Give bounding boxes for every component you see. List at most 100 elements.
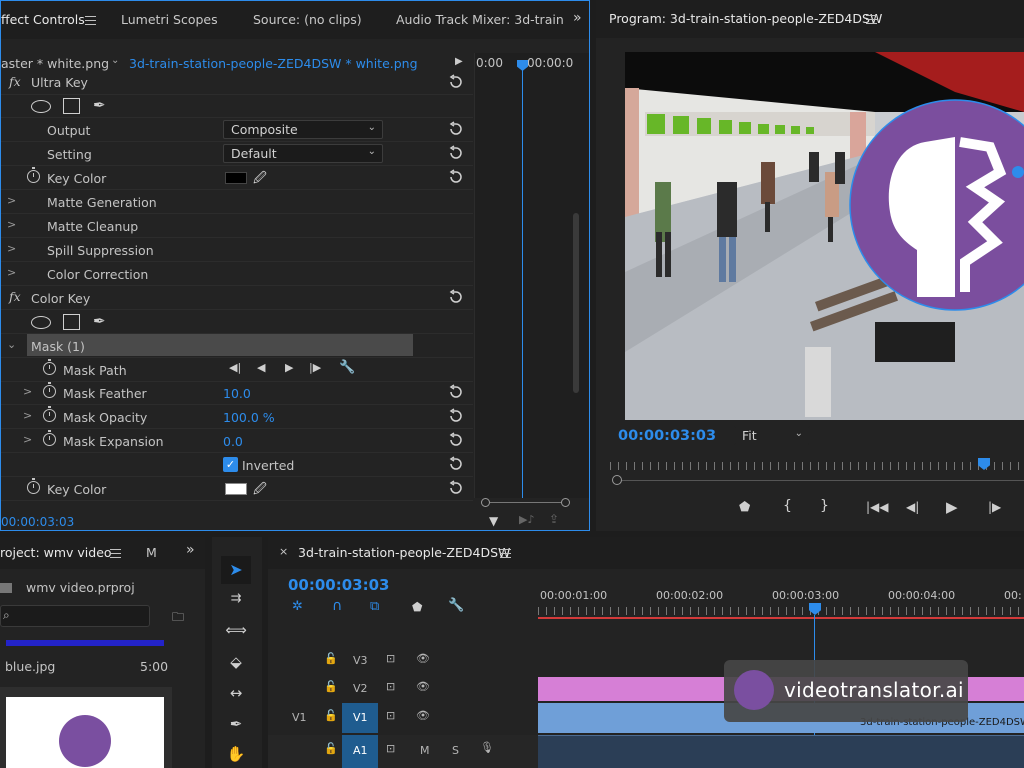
program-title[interactable]: Program: 3d-train-station-people-ZED4DSW [609, 11, 882, 26]
panel-menu-icon[interactable] [866, 15, 877, 24]
add-marker-icon[interactable]: ⬟ [412, 600, 422, 614]
reset-icon[interactable] [448, 145, 464, 161]
step-forward-icon[interactable]: |▶ [988, 500, 1001, 514]
inverted-checkbox[interactable]: ✓ [223, 457, 238, 472]
slip-tool[interactable]: ↔ [221, 679, 251, 707]
mask-feather-value[interactable]: 10.0 [223, 386, 251, 401]
go-to-in-icon[interactable]: |◀◀ [866, 500, 889, 514]
sync-lock-icon[interactable]: ⊡ [386, 652, 395, 665]
stopwatch-icon[interactable] [43, 359, 56, 375]
matte-generation-row[interactable]: > Matte Generation [1, 190, 473, 214]
chevron-right-icon[interactable]: > [7, 266, 16, 279]
stopwatch-icon[interactable] [43, 382, 56, 398]
close-icon[interactable]: × [279, 545, 288, 558]
nest-icon[interactable]: ✲ [292, 599, 303, 614]
tab-audio-track-mixer[interactable]: Audio Track Mixer: 3d-train [396, 12, 564, 27]
reset-icon[interactable] [448, 456, 464, 472]
program-timecode[interactable]: 00:00:03:03 [618, 428, 716, 444]
mask-expansion-value[interactable]: 0.0 [223, 434, 243, 449]
sync-lock-icon[interactable]: ⊡ [386, 680, 395, 693]
ultra-key-row[interactable]: fx Ultra Key [1, 71, 473, 95]
reset-icon[interactable] [448, 169, 464, 185]
sync-lock-icon[interactable]: ⊡ [386, 709, 395, 722]
spill-suppression-row[interactable]: > Spill Suppression [1, 238, 473, 262]
filter-icon[interactable]: ▼ [489, 514, 498, 528]
ripple-edit-tool[interactable]: ⟺ [221, 616, 251, 644]
mini-timeline[interactable]: 0:00 00:00:0 [474, 53, 589, 498]
timeline-ruler[interactable]: 00:00:01:00 00:00:02:00 00:00:03:00 00:0… [538, 585, 1024, 619]
ellipse-mask-icon[interactable] [31, 316, 51, 329]
reset-icon[interactable] [448, 480, 464, 496]
item-thumbnail[interactable] [0, 687, 172, 768]
tab-source[interactable]: Source: (no clips) [253, 12, 362, 27]
stopwatch-icon[interactable] [43, 406, 56, 422]
reset-icon[interactable] [448, 384, 464, 400]
program-ruler[interactable] [610, 462, 1024, 470]
setting-select[interactable]: Default ⌄ [223, 144, 383, 163]
hand-tool[interactable]: ✋ [221, 740, 251, 768]
chevron-right-icon[interactable]: > [7, 194, 16, 207]
play-clip-icon[interactable]: ▶ [455, 56, 463, 67]
track-backward-icon[interactable]: ◀| [229, 361, 241, 374]
chevron-right-icon[interactable]: > [23, 433, 32, 446]
more-tabs-icon[interactable]: » [573, 10, 582, 26]
mask-row[interactable]: ⌄ Mask (1) [1, 334, 473, 358]
rectangle-mask-icon[interactable] [63, 98, 80, 114]
add-marker-icon[interactable]: ⬟ [739, 500, 750, 515]
track-backward-one-icon[interactable]: ◀ [257, 361, 265, 374]
pen-mask-icon[interactable]: ✒ [93, 312, 106, 330]
color-key-row[interactable]: fx Color Key [1, 286, 473, 310]
snap-icon[interactable]: ∩ [332, 598, 342, 614]
sync-lock-icon[interactable]: ⊡ [386, 742, 395, 755]
play-button[interactable]: ▶ [946, 498, 958, 516]
rectangle-mask-icon[interactable] [63, 314, 80, 330]
lock-icon[interactable]: 🔓 [324, 742, 338, 755]
chevron-down-icon[interactable]: ⌄ [111, 55, 119, 66]
panel-menu-icon[interactable] [500, 549, 511, 558]
chevron-right-icon[interactable]: > [7, 242, 16, 255]
mark-out-icon[interactable]: } [820, 498, 829, 514]
mask-highlight[interactable] [27, 334, 413, 356]
effect-controls-timecode[interactable]: 00:00:03:03 [1, 515, 74, 529]
reset-icon[interactable] [448, 432, 464, 448]
master-clip-label[interactable]: aster * white.png [1, 56, 109, 71]
eyedropper-icon[interactable]: 🖉 [253, 480, 267, 502]
selection-tool[interactable]: ➤ [221, 556, 251, 584]
item-name[interactable]: blue.jpg [5, 659, 55, 674]
solo-button[interactable]: S [452, 744, 459, 757]
program-scrollbar[interactable] [612, 475, 1024, 485]
tab-project[interactable]: roject: wmv video [0, 545, 112, 560]
matte-cleanup-row[interactable]: > Matte Cleanup [1, 214, 473, 238]
video-frame[interactable] [625, 52, 1024, 420]
chevron-right-icon[interactable]: > [23, 385, 32, 398]
more-tabs-icon[interactable]: » [186, 542, 195, 558]
chevron-down-icon[interactable]: ⌄ [7, 338, 16, 351]
chevron-right-icon[interactable]: > [23, 409, 32, 422]
step-back-icon[interactable]: ◀| [906, 500, 919, 514]
eye-icon[interactable]: 👁 [416, 709, 430, 722]
zoom-select[interactable]: Fit ⌄ [734, 426, 810, 445]
scrollbar[interactable] [573, 213, 579, 393]
mask-opacity-value[interactable]: 100.0 % [223, 410, 275, 425]
pen-mask-icon[interactable]: ✒ [93, 96, 106, 114]
color-correction-row[interactable]: > Color Correction [1, 262, 473, 286]
chevron-right-icon[interactable]: > [7, 218, 16, 231]
source-patch[interactable]: V1 [292, 711, 307, 724]
microphone-icon[interactable]: 🎙 [480, 741, 494, 754]
reset-icon[interactable] [448, 408, 464, 424]
play-audio-icon[interactable]: ▶♪ [519, 513, 534, 526]
lock-icon[interactable]: 🔓 [324, 680, 338, 693]
tab-media[interactable]: M [146, 545, 157, 560]
sequence-clip-label[interactable]: 3d-train-station-people-ZED4DSW * white.… [129, 56, 418, 71]
work-area-bar[interactable] [538, 617, 1024, 619]
eye-icon[interactable]: 👁 [416, 652, 430, 665]
stopwatch-icon[interactable] [27, 167, 40, 183]
track-select-tool[interactable]: ⇉ [221, 585, 251, 613]
eye-icon[interactable]: 👁 [416, 680, 430, 693]
panel-menu-icon[interactable] [85, 16, 96, 25]
tab-effect-controls[interactable]: ffect Controls [1, 12, 85, 27]
output-select[interactable]: Composite ⌄ [223, 120, 383, 139]
ellipse-mask-icon[interactable] [31, 100, 51, 113]
track-forward-icon[interactable]: |▶ [309, 361, 321, 374]
zoom-bar[interactable] [479, 498, 570, 508]
